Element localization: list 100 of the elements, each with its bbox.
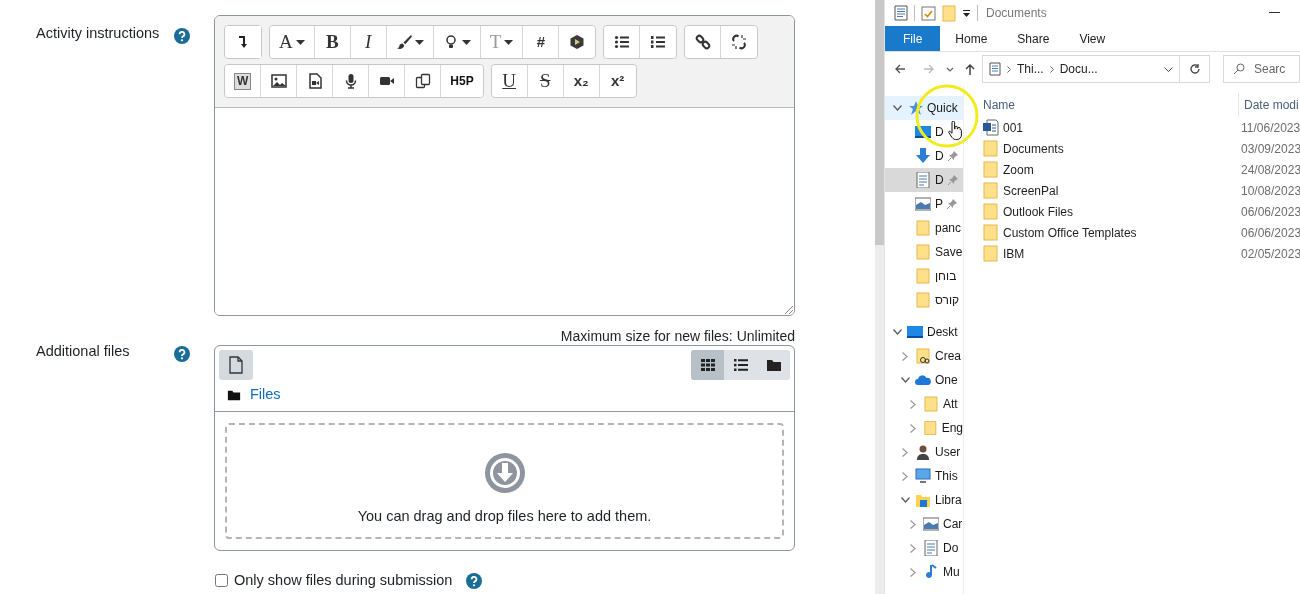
column-header[interactable]: Name xyxy=(983,96,1238,114)
chevron-right-icon[interactable] xyxy=(910,423,916,433)
chevron-right-icon[interactable] xyxy=(910,399,916,409)
chevron-right-icon xyxy=(1049,65,1054,73)
computer-icon xyxy=(915,468,931,484)
toolbar-button[interactable]: A xyxy=(270,26,315,58)
up-arrow-icon[interactable] xyxy=(963,63,976,75)
tree-item[interactable]: One xyxy=(885,368,963,392)
chevron-down-icon[interactable] xyxy=(892,105,902,111)
chevron-right-icon[interactable] xyxy=(902,471,908,481)
folder-icon xyxy=(915,292,931,308)
file-item[interactable]: Zoom xyxy=(983,160,1241,179)
file-item[interactable]: 001 xyxy=(983,118,1241,137)
folder-icon xyxy=(983,182,999,199)
tree-item[interactable]: D xyxy=(885,144,963,168)
chevron-right-icon[interactable] xyxy=(910,543,916,553)
grid-icon xyxy=(699,357,716,373)
monitor-icon xyxy=(915,124,931,140)
library-icon xyxy=(915,492,931,508)
chevron-right-icon[interactable] xyxy=(910,519,916,529)
folder-link[interactable]: Files xyxy=(250,384,281,406)
list-icon xyxy=(732,357,749,373)
file-item[interactable]: IBM xyxy=(983,244,1241,263)
breadcrumb-item[interactable]: Thi... xyxy=(1017,60,1044,78)
folder-icon xyxy=(983,161,999,178)
tree-item[interactable]: Save xyxy=(885,240,963,264)
tree-item[interactable]: Car xyxy=(885,512,963,536)
back-arrow-icon[interactable] xyxy=(893,63,906,75)
tree-item[interactable]: Crea xyxy=(885,344,963,368)
tree-item[interactable]: קורס xyxy=(885,288,963,312)
toolbar-button[interactable] xyxy=(685,26,722,58)
minimize-icon[interactable] xyxy=(1269,12,1280,14)
scrollbar[interactable] xyxy=(875,0,884,594)
chevron-right-icon xyxy=(1007,65,1011,73)
hand-cursor-overlay xyxy=(948,121,962,141)
tree-item[interactable]: D xyxy=(885,120,963,144)
copy-icon xyxy=(414,73,431,89)
drop-zone[interactable]: You can drag and drop files here to add them. xyxy=(225,422,784,539)
toolbar-button[interactable]: W xyxy=(225,65,262,97)
paintbrush-icon xyxy=(395,34,412,50)
scrollbar-thumb[interactable] xyxy=(875,0,884,245)
download-icon xyxy=(915,148,931,164)
tree-item[interactable]: Mu xyxy=(885,560,963,584)
toolbar-button[interactable] xyxy=(604,26,641,58)
file-item[interactable]: Outlook Files xyxy=(983,202,1241,221)
document-icon xyxy=(915,172,931,188)
chevron-right-icon[interactable] xyxy=(902,351,908,361)
video-file-icon xyxy=(306,73,323,89)
tree-item[interactable]: User xyxy=(885,440,963,464)
tree-item[interactable]: D xyxy=(885,168,963,192)
unlink-icon xyxy=(731,34,748,50)
breadcrumb-item[interactable]: Docu... xyxy=(1059,60,1098,78)
word-document-icon xyxy=(983,119,999,136)
date-cell-text: 10/08/2023 xyxy=(1241,182,1300,200)
resize-handle-icon xyxy=(784,305,793,314)
date-cell-text: 11/06/2023 xyxy=(1241,119,1300,137)
toolbar-button[interactable]: U xyxy=(491,65,528,97)
chevron-down-icon[interactable] xyxy=(892,329,902,335)
bullet-list-icon xyxy=(613,34,630,50)
chevron-right-icon[interactable] xyxy=(910,567,916,577)
tree-item[interactable]: Libra xyxy=(885,488,963,512)
tree-item[interactable]: Att xyxy=(885,392,963,416)
file-item[interactable]: ScreenPal xyxy=(983,181,1241,200)
add-file-button[interactable] xyxy=(219,350,253,380)
toolbar-button[interactable] xyxy=(225,26,261,58)
file-item[interactable]: Custom Office Templates xyxy=(983,223,1241,242)
search-field[interactable]: Searc xyxy=(1223,55,1300,83)
refresh-button[interactable] xyxy=(1180,55,1210,83)
tree-item[interactable]: This xyxy=(885,464,963,488)
checkbox-label[interactable]: Only show files during submission xyxy=(234,569,453,592)
chevron-right-icon[interactable] xyxy=(902,447,908,457)
folder-icon xyxy=(983,203,999,220)
tree-item[interactable]: P xyxy=(885,192,963,216)
chevron-down-icon[interactable] xyxy=(946,66,954,72)
file-item[interactable]: Documents xyxy=(983,139,1241,158)
cursor-highlight-overlay xyxy=(915,84,979,148)
chevron-down-icon xyxy=(1164,66,1173,72)
tree-item[interactable]: Quick xyxy=(885,96,963,120)
tree-item[interactable]: Deskt xyxy=(885,320,963,344)
date-cell-text: 02/05/2023 xyxy=(1241,245,1300,263)
chevron-down-icon[interactable] xyxy=(900,497,910,503)
column-header[interactable]: Date modi xyxy=(1238,93,1299,117)
user-icon xyxy=(915,444,931,460)
tree-item[interactable]: Do xyxy=(885,536,963,560)
tree-item[interactable]: Eng xyxy=(885,416,963,440)
numbered-list-icon xyxy=(650,34,667,50)
file-icon xyxy=(228,356,244,374)
document-icon xyxy=(894,5,908,21)
ribbon-tab[interactable]: File xyxy=(885,26,941,51)
view-button[interactable] xyxy=(691,350,724,380)
tree-item[interactable]: panc xyxy=(885,216,963,240)
folder-icon xyxy=(983,245,999,262)
tree-item[interactable]: בוחן xyxy=(885,264,963,288)
picture-icon xyxy=(915,196,931,212)
monitor-icon xyxy=(907,324,923,340)
checkbox[interactable] xyxy=(215,574,228,588)
chevron-down-icon[interactable] xyxy=(900,377,910,383)
window-title: Documents xyxy=(986,5,1047,22)
address-bar[interactable]: Thi... Docu... xyxy=(982,55,1180,83)
refresh-icon xyxy=(1188,63,1201,75)
